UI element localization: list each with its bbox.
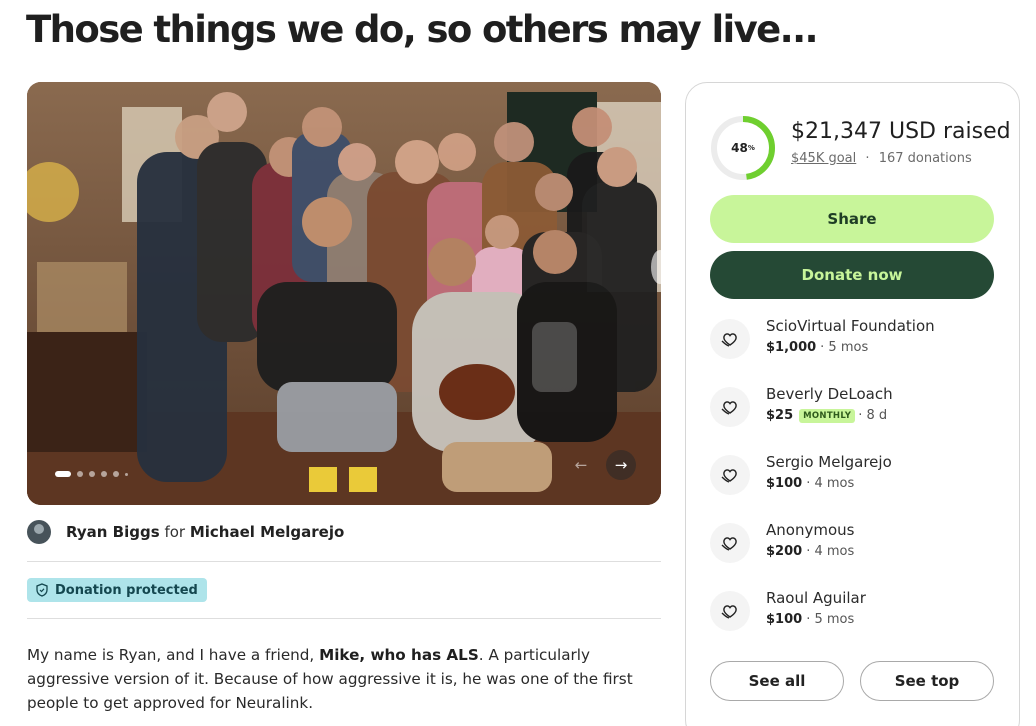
donate-now-button[interactable]: Donate now: [710, 251, 994, 299]
donation-count: 167 donations: [878, 151, 972, 166]
carousel-dot[interactable]: [125, 472, 128, 476]
story-highlight: Mike, who has ALS: [319, 646, 479, 664]
hand-heart-icon: [710, 387, 750, 427]
donation-amount: $25: [766, 408, 794, 423]
donation-details: $100 · 5 mos: [766, 612, 854, 627]
donation-time: · 8 d: [858, 408, 888, 423]
carousel-dot[interactable]: [89, 471, 95, 477]
carousel-prev-button[interactable]: ←: [566, 450, 596, 480]
organizer-name[interactable]: Ryan Biggs: [66, 523, 160, 541]
progress-percent-sign: %: [747, 144, 755, 152]
carousel-dot[interactable]: [77, 471, 83, 477]
carousel-next-button[interactable]: →: [606, 450, 636, 480]
donor-name: Beverly DeLoach: [766, 385, 893, 403]
goal-meta: $45K goal · 167 donations: [791, 151, 972, 166]
donation-details: $100 · 4 mos: [766, 476, 854, 491]
avatar[interactable]: [27, 520, 51, 544]
carousel-dot-active[interactable]: [55, 471, 71, 477]
donation-time: · 5 mos: [806, 612, 855, 627]
organizer-connector: for: [164, 523, 186, 541]
hand-heart-icon: [710, 455, 750, 495]
beneficiary-name[interactable]: Michael Melgarejo: [190, 523, 344, 541]
shield-icon: [36, 583, 48, 597]
donation-amount: $1,000: [766, 340, 817, 355]
carousel-dots[interactable]: [55, 471, 128, 477]
donation-card: 48% $21,347 USD raised $45K goal · 167 d…: [685, 82, 1020, 726]
donor-name: ScioVirtual Foundation: [766, 317, 935, 335]
hand-heart-icon: [710, 319, 750, 359]
donation-details: $200 · 4 mos: [766, 544, 854, 559]
donation-item: Anonymous $200 · 4 mos: [710, 521, 1000, 569]
divider: [27, 618, 661, 619]
amount-raised: $21,347 USD raised: [791, 119, 1011, 144]
carousel-dot[interactable]: [113, 471, 119, 477]
donation-protected-label: Donation protected: [55, 582, 198, 598]
page-title: Those things we do, so others may live..…: [26, 8, 819, 51]
donation-time: · 4 mos: [806, 544, 855, 559]
donation-time: · 4 mos: [806, 476, 855, 491]
donation-item: Beverly DeLoach $25 MONTHLY · 8 d: [710, 385, 1000, 433]
donation-protected-badge[interactable]: Donation protected: [27, 578, 207, 602]
donation-item: Raoul Aguilar $100 · 5 mos: [710, 589, 1000, 637]
arrow-left-icon: ←: [574, 456, 588, 474]
hand-heart-icon: [710, 523, 750, 563]
donor-name: Anonymous: [766, 521, 855, 539]
progress-ring: 48%: [710, 115, 776, 181]
arrow-right-icon: →: [614, 456, 628, 474]
donation-details: $1,000 · 5 mos: [766, 340, 868, 355]
donation-item: ScioVirtual Foundation $1,000 · 5 mos: [710, 317, 1000, 365]
progress-percent: 48: [731, 141, 748, 155]
meta-separator: ·: [865, 151, 870, 166]
donor-name: Raoul Aguilar: [766, 589, 866, 607]
donation-item: Sergio Melgarejo $100 · 4 mos: [710, 453, 1000, 501]
donation-amount: $100: [766, 612, 803, 627]
donation-time: · 5 mos: [820, 340, 869, 355]
see-all-button[interactable]: See all: [710, 661, 844, 701]
hand-heart-icon: [710, 591, 750, 631]
monthly-badge: MONTHLY: [799, 408, 856, 423]
story-text: My name is Ryan, and I have a friend, Mi…: [27, 646, 633, 712]
donation-amount: $200: [766, 544, 803, 559]
donor-name: Sergio Melgarejo: [766, 453, 892, 471]
donation-details: $25 MONTHLY · 8 d: [766, 408, 887, 423]
divider: [27, 561, 661, 562]
group-photo-illustration: [27, 82, 661, 505]
donation-amount: $100: [766, 476, 803, 491]
goal-link[interactable]: $45K goal: [791, 151, 856, 166]
carousel-dot[interactable]: [101, 471, 107, 477]
see-top-button[interactable]: See top: [860, 661, 994, 701]
organizer-line: Ryan Biggs for Michael Melgarejo: [27, 520, 344, 544]
campaign-photo[interactable]: ← →: [27, 82, 661, 505]
share-button[interactable]: Share: [710, 195, 994, 243]
